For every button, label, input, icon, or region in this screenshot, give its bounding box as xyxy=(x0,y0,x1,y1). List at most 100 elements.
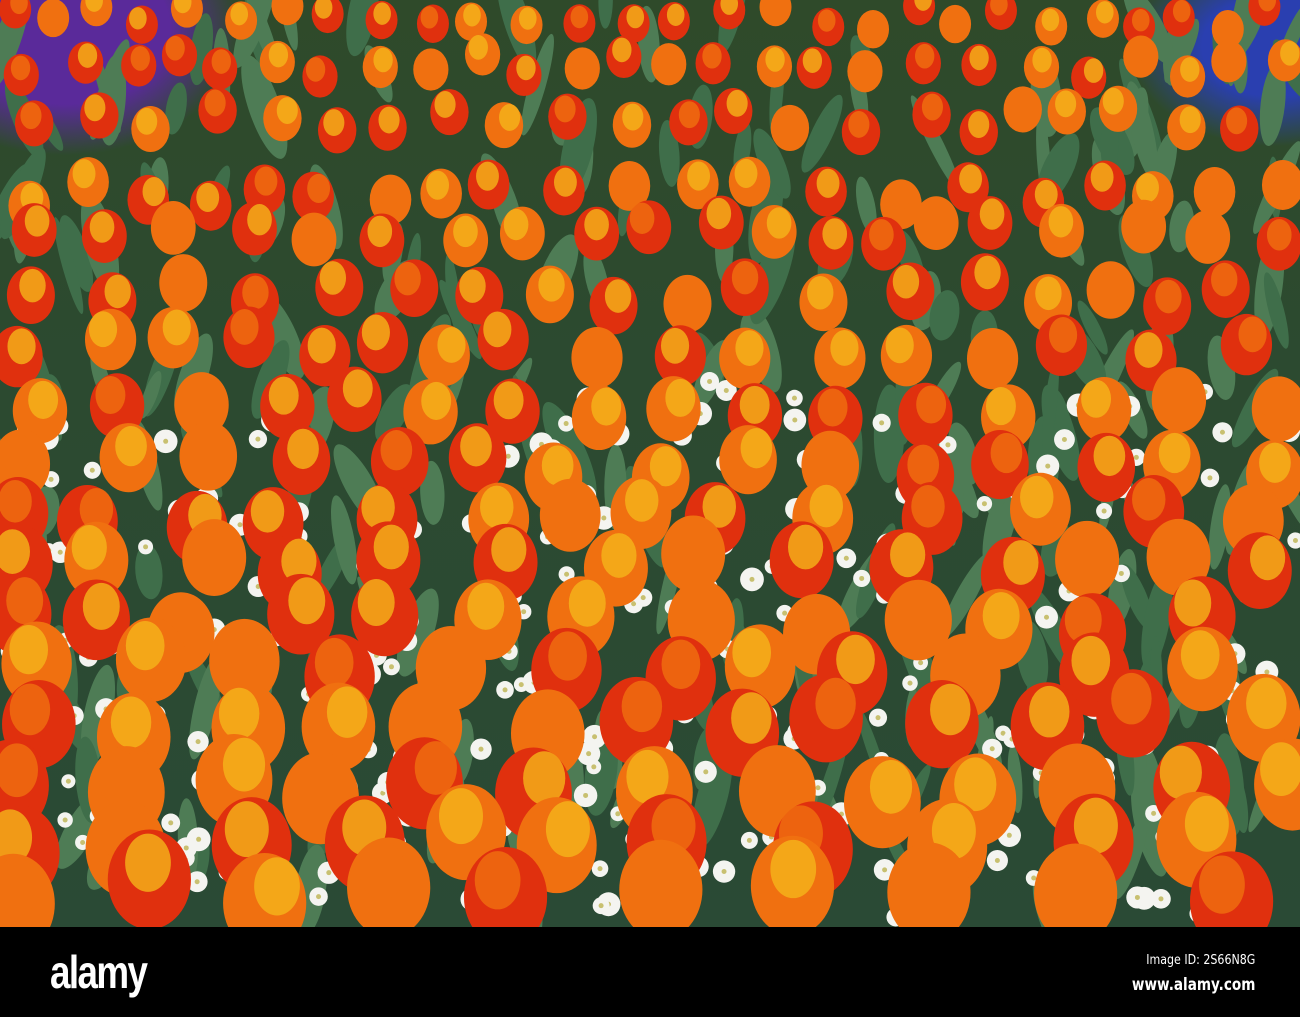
anemone-center xyxy=(563,421,569,427)
anemone-center xyxy=(792,417,798,423)
tulip-petal-highlight xyxy=(254,166,278,196)
tulip-petal-highlight xyxy=(1003,540,1039,585)
anemone-center xyxy=(62,817,68,823)
tulip-petal-highlight xyxy=(10,55,31,81)
tulip-petal-highlight xyxy=(476,161,499,191)
anemone-center xyxy=(598,903,604,909)
tulip-petal-highlight xyxy=(130,46,150,71)
alamy-logo: alamy xyxy=(50,946,148,998)
tulip-petal-highlight xyxy=(7,328,36,365)
anemone-center xyxy=(57,549,63,555)
tulip-petal-highlight xyxy=(553,481,587,525)
tulip-petal-highlight xyxy=(974,255,1001,290)
tulip-petal-highlight xyxy=(985,387,1016,426)
anemone-center xyxy=(583,792,589,798)
tulip-petal-highlight xyxy=(380,430,413,471)
tulip-petal-highlight xyxy=(1246,677,1287,730)
tulip-petal-highlight xyxy=(1069,524,1106,569)
tulip-petal-highlight xyxy=(453,215,478,248)
tulip-petal-highlight xyxy=(1256,379,1287,418)
leaf xyxy=(598,0,613,29)
tulip-petal-highlight xyxy=(809,484,843,528)
tulip-petal-highlight xyxy=(629,202,655,234)
tulip-petal-highlight xyxy=(0,432,32,473)
tulip-petal-highlight xyxy=(1280,41,1300,66)
tulip-petal-highlight xyxy=(575,49,595,74)
anemone-center xyxy=(163,438,169,444)
tulip-petal-highlight xyxy=(361,314,390,351)
tulip-petal-highlight xyxy=(641,843,688,903)
anemone-center xyxy=(183,845,189,851)
tulip-petal-highlight xyxy=(848,110,870,138)
tulip-petal-highlight xyxy=(414,741,457,795)
tulip-petal-highlight xyxy=(426,170,450,200)
anemone-center xyxy=(1061,437,1067,443)
tulip-petal-highlight xyxy=(914,43,935,69)
tulip-petal-highlight xyxy=(198,522,234,568)
anemone-center xyxy=(859,575,865,581)
anemone-center xyxy=(1134,894,1140,900)
tulip-petal-highlight xyxy=(1172,0,1191,23)
tulip-petal-highlight xyxy=(1134,332,1163,368)
tulip-petal-highlight xyxy=(165,256,192,291)
anemone-center xyxy=(597,866,603,872)
tulip-petal-highlight xyxy=(1035,276,1062,311)
tulip-petal-highlight xyxy=(1111,672,1152,725)
tulip-petal-highlight xyxy=(1174,579,1212,627)
tulip-petal-highlight xyxy=(802,48,823,73)
tulip-petal-highlight xyxy=(907,444,940,485)
tulip-petal-highlight xyxy=(1014,88,1037,116)
tulip-petal-highlight xyxy=(97,750,140,804)
tulip-petal-highlight xyxy=(523,751,566,806)
tulip-petal-highlight xyxy=(1020,475,1054,519)
tulip-petal-highlight xyxy=(816,168,840,198)
tulip-petal-highlight xyxy=(268,42,289,68)
tulip-petal-highlight xyxy=(911,485,945,528)
tulip-petal-highlight xyxy=(866,11,884,35)
tulip-petal-highlight xyxy=(1211,262,1238,297)
tulip-petal-highlight xyxy=(483,311,512,348)
tulip-petal-highlight xyxy=(665,378,696,417)
anemone-center xyxy=(875,715,881,721)
tulip-petal-highlight xyxy=(731,260,759,295)
tulip-petal-highlight xyxy=(1048,317,1078,353)
anemone-center xyxy=(80,839,86,845)
tulip-petal-highlight xyxy=(667,518,703,564)
tulip-petal-highlight xyxy=(474,851,521,910)
tulip-petal-highlight xyxy=(617,163,641,193)
tulip-petal-highlight xyxy=(1180,57,1200,82)
anemone-center xyxy=(615,811,621,817)
tulip-petal-highlight xyxy=(293,755,336,810)
tulip-petal-highlight xyxy=(545,801,590,858)
anemone-center xyxy=(592,734,598,740)
anemone-center xyxy=(1044,614,1050,620)
anemone-center xyxy=(749,576,755,582)
tulip-petal-highlight xyxy=(459,269,486,303)
tulip-petal-highlight xyxy=(268,376,299,415)
anemone-center xyxy=(815,785,821,791)
tulip-petal-highlight xyxy=(812,433,845,474)
tulip-petal-highlight xyxy=(1274,162,1298,192)
anemone-center xyxy=(478,746,484,752)
tulip-petal-highlight xyxy=(422,629,462,679)
tulip-petal-highlight xyxy=(1034,179,1058,209)
anemone-center xyxy=(601,515,607,521)
anemone-center xyxy=(879,420,885,426)
anemone-center xyxy=(1151,810,1157,816)
anemone-center xyxy=(194,879,200,885)
tulip-petal-highlight xyxy=(24,205,50,237)
tulip-petal-highlight xyxy=(677,583,715,631)
watermark-footer: alamy Image ID: 2S66N8G www.alamy.com xyxy=(0,927,1300,1017)
tulip-petal-highlight xyxy=(518,7,537,30)
tulip-petal-highlight xyxy=(921,93,944,121)
tulip-petal-highlight xyxy=(817,388,848,427)
tulip-petal-highlight xyxy=(9,624,49,675)
anemone-center xyxy=(586,751,592,757)
tulip-petal-highlight xyxy=(373,2,391,25)
tulip-petal-highlight xyxy=(622,103,644,131)
tulip-petal-highlight xyxy=(1184,795,1229,852)
anemone-center xyxy=(918,660,924,666)
tulip-petal-highlight xyxy=(675,277,703,311)
tulip-petal-highlight xyxy=(20,102,42,130)
anemone-center xyxy=(143,544,149,550)
